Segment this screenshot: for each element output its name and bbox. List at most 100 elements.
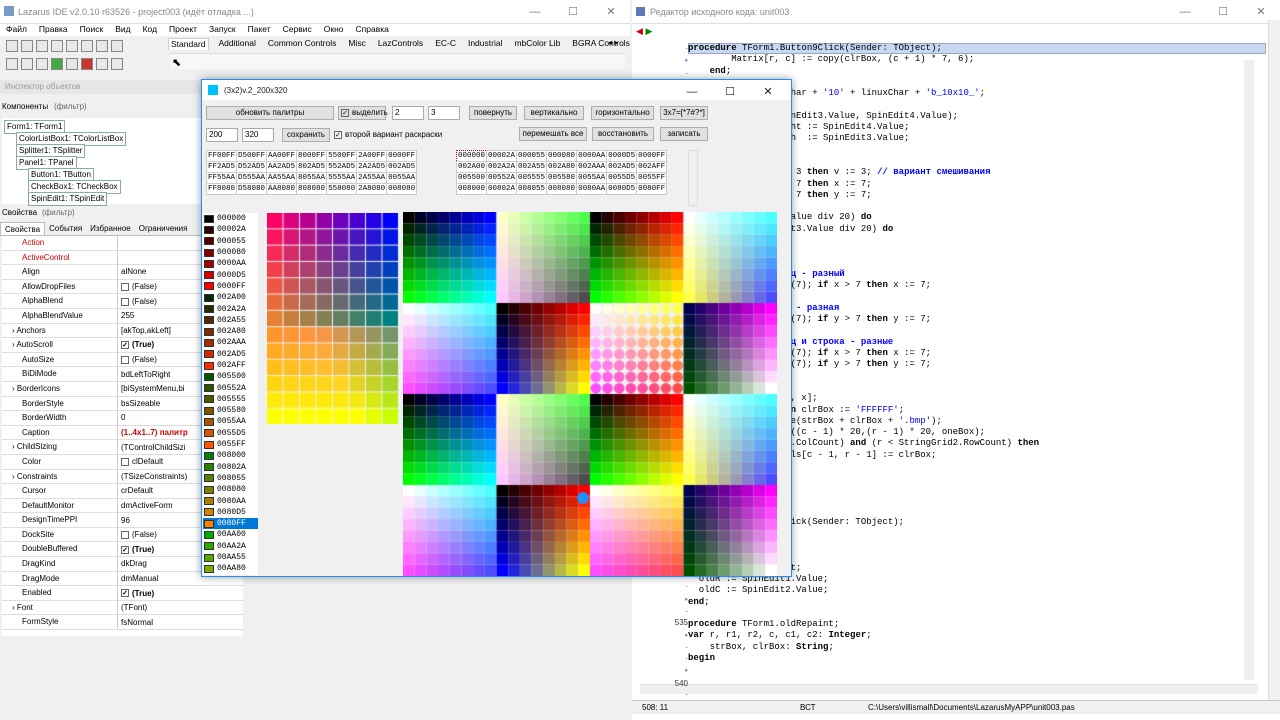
color-list-item[interactable]: 002AD5 <box>203 349 258 360</box>
grid-cell[interactable]: 002A55 <box>516 161 548 173</box>
width-spin[interactable]: 200 <box>206 128 238 142</box>
menu-item-9[interactable]: Окно <box>324 24 344 36</box>
grid-cell[interactable]: 0055D5 <box>606 172 638 184</box>
color-list-item[interactable]: 00002A <box>203 224 258 235</box>
color-list-item[interactable]: 008000 <box>203 450 258 461</box>
palette-tab-7[interactable]: mbColor Lib <box>512 38 562 50</box>
grid-cell[interactable]: 002AD5 <box>606 161 638 173</box>
refresh-palettes-button[interactable]: обновить палитры <box>206 106 334 120</box>
grid-cell[interactable]: 0055FF <box>636 172 668 184</box>
rotate-button[interactable]: повернуть <box>469 106 517 120</box>
new-unit-icon[interactable] <box>21 40 33 52</box>
palette-preview-large[interactable] <box>403 212 777 576</box>
grid-cell[interactable]: 005555 <box>516 172 548 184</box>
color-list-item[interactable]: 000055 <box>203 236 258 247</box>
grid-cell[interactable]: 0000D5 <box>606 150 638 162</box>
shuffle-all-button[interactable]: перемешать все <box>519 127 587 141</box>
menu-item-4[interactable]: Код <box>143 24 157 36</box>
grid-cell[interactable]: D555AA <box>236 172 268 184</box>
property-value[interactable]: (False) <box>118 530 157 539</box>
color-list-item[interactable]: 0080AA <box>203 495 258 506</box>
menu-item-5[interactable]: Проект <box>169 24 197 36</box>
pause-icon[interactable] <box>66 58 78 70</box>
color-list-item[interactable]: 005500 <box>203 371 258 382</box>
menu-item-10[interactable]: Справка <box>356 24 389 36</box>
grid-cell[interactable]: FF8080 <box>205 183 238 195</box>
color-list-item[interactable]: 008055 <box>203 473 258 484</box>
close-button[interactable]: ✕ <box>592 0 630 24</box>
color-list-item[interactable]: 0055D5 <box>203 428 258 439</box>
color-list-item[interactable]: 00AA55 <box>203 552 258 563</box>
palette-tab-2[interactable]: Common Controls <box>266 38 339 50</box>
dialog-close-button[interactable]: ✕ <box>749 80 787 104</box>
view-units-icon[interactable] <box>96 40 108 52</box>
palette-tab-3[interactable]: Misc <box>346 38 367 50</box>
minimize-button[interactable]: — <box>516 0 554 24</box>
color-list-item[interactable]: 0000AA <box>203 258 258 269</box>
color-list-item[interactable]: 0000D5 <box>203 269 258 280</box>
palette-tab-6[interactable]: Industrial <box>466 38 505 50</box>
grid-cell[interactable]: 002A00 <box>455 161 488 173</box>
property-value[interactable]: (TSizeConstraints) <box>118 472 187 481</box>
open-icon[interactable] <box>36 40 48 52</box>
grid-cell[interactable]: 008080 <box>386 183 418 195</box>
grid-cell[interactable]: 002AD5 <box>386 161 418 173</box>
grid-cell[interactable]: 0055AA <box>576 172 608 184</box>
grid-cell[interactable]: 808080 <box>296 183 328 195</box>
grid-cell[interactable]: 002A80 <box>546 161 578 173</box>
property-value[interactable]: [akTop,akLeft] <box>118 326 171 335</box>
grid-scroll[interactable] <box>688 150 698 206</box>
property-value[interactable]: 255 <box>118 311 134 320</box>
property-value[interactable]: dkDrag <box>118 559 147 568</box>
property-value[interactable]: (False) <box>118 282 157 291</box>
grid-cell[interactable]: 008055 <box>516 183 548 195</box>
color-list-item[interactable]: 00802A <box>203 462 258 473</box>
grid-cell[interactable]: 008080 <box>546 183 578 195</box>
grid-cell[interactable]: 0055AA <box>386 172 418 184</box>
horizontal-button[interactable]: горизонтально <box>591 106 654 120</box>
property-value[interactable]: dmActiveForm <box>118 501 173 510</box>
color-list-item[interactable]: 002A80 <box>203 326 258 337</box>
menu-item-1[interactable]: Правка <box>39 24 68 36</box>
property-value[interactable]: 96 <box>118 516 130 525</box>
palette-scroll[interactable]: ◂ ▸ <box>608 38 628 50</box>
editor-maximize-button[interactable]: ☐ <box>1204 0 1242 24</box>
grid-cell[interactable]: 552AD5 <box>326 161 358 173</box>
vertical-button[interactable]: вертикально <box>524 106 584 120</box>
property-value[interactable]: ✓ (True) <box>118 589 154 598</box>
spin-edit-1[interactable]: 2 <box>392 106 424 120</box>
grid-cell[interactable]: 00552A <box>486 172 518 184</box>
color-list-item[interactable]: 008080 <box>203 484 258 495</box>
grid-cell[interactable]: 002A2A <box>486 161 518 173</box>
palette-tab-0[interactable]: Standard <box>168 38 209 50</box>
color-list-item[interactable]: 0080FF <box>203 518 258 530</box>
grid-cell[interactable]: 2A8080 <box>356 183 388 195</box>
grid-cell[interactable]: 0000AA <box>576 150 608 162</box>
menu-item-7[interactable]: Пакет <box>248 24 271 36</box>
toggle-form-icon[interactable] <box>81 40 93 52</box>
height-spin[interactable]: 320 <box>242 128 274 142</box>
inspector-tab-2[interactable]: Избранное <box>86 222 135 235</box>
dialog-maximize-button[interactable]: ☐ <box>711 80 749 104</box>
maximize-button[interactable]: ☐ <box>554 0 592 24</box>
property-value[interactable]: bsSizeable <box>118 399 160 408</box>
back-arrow-icon[interactable]: ◀ <box>636 26 643 36</box>
grid-cell[interactable]: D500FF <box>236 150 268 162</box>
grid-cell[interactable]: 5500FF <box>326 150 358 162</box>
build-icon[interactable] <box>21 58 33 70</box>
grid-cell[interactable]: 8000FF <box>296 150 328 162</box>
menu-item-0[interactable]: Файл <box>6 24 27 36</box>
save-icon[interactable] <box>51 40 63 52</box>
property-value[interactable]: [biSystemMenu,bi <box>118 384 185 393</box>
properties-filter[interactable]: (фильтр) <box>42 208 75 220</box>
forward-arrow-icon[interactable]: ▶ <box>645 26 652 36</box>
grid-cell[interactable]: AA00FF <box>266 150 298 162</box>
pointer-tool-icon[interactable]: ⬉ <box>172 56 181 69</box>
right-scrollbar[interactable] <box>1268 20 1280 710</box>
property-row[interactable]: FormStyle fsNormal <box>2 615 243 631</box>
palette-tab-4[interactable]: LazControls <box>376 38 425 50</box>
palette-grid-right[interactable]: 000000 00002A 000055 000080 0000AA 0000D5 0000… <box>455 150 668 195</box>
components-filter[interactable]: (фильтр) <box>54 102 87 114</box>
property-value[interactable]: (False) <box>118 355 157 364</box>
grid-cell[interactable]: 00802A <box>486 183 518 195</box>
